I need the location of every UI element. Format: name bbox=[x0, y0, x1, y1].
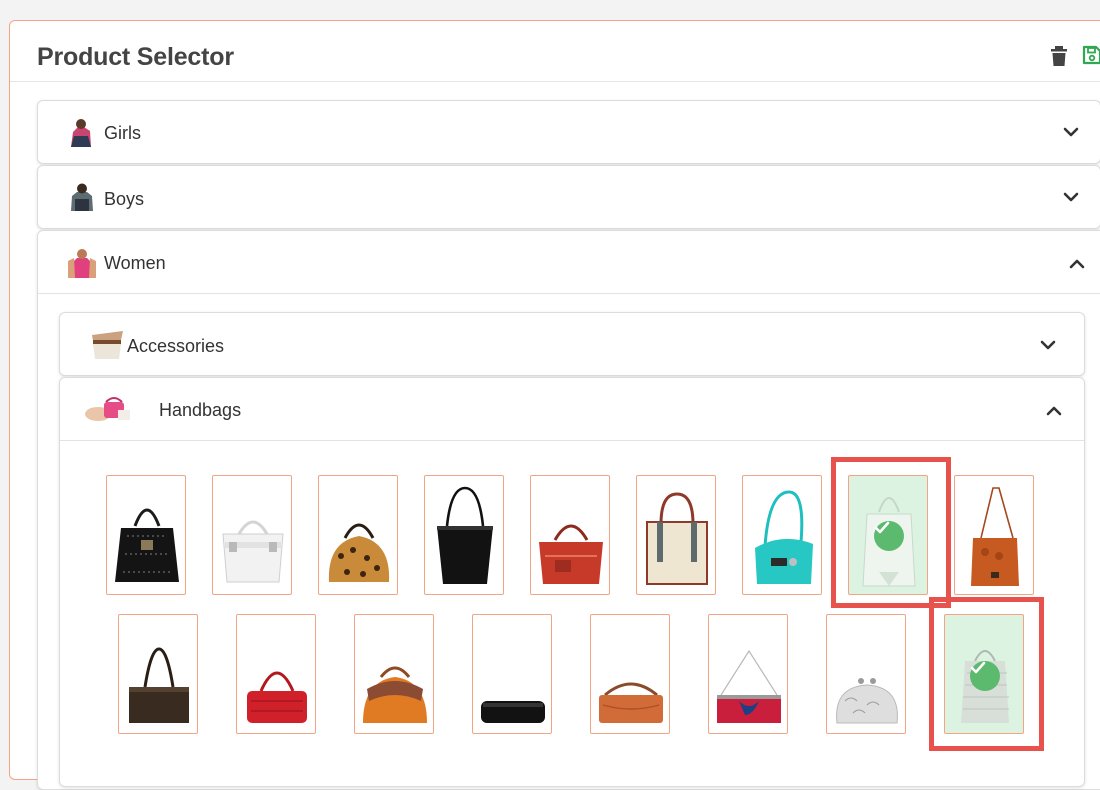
product-tile-white-backpack[interactable] bbox=[848, 475, 928, 595]
product-tile-black-studded-tote[interactable] bbox=[106, 475, 186, 595]
chevron-up-icon[interactable] bbox=[1068, 255, 1086, 273]
category-panel-girls: Girls bbox=[37, 100, 1100, 164]
product-tile-red-croc-bag[interactable] bbox=[236, 614, 316, 734]
product-tile-red-satchel[interactable] bbox=[530, 475, 610, 595]
product-tile-black-tote[interactable] bbox=[424, 475, 504, 595]
product-tile-orange-baguette[interactable] bbox=[590, 614, 670, 734]
white-satchel-photo bbox=[222, 520, 284, 583]
product-tile-orange-crossbody[interactable] bbox=[954, 475, 1034, 595]
women-category-photo bbox=[68, 249, 96, 278]
black-studded-tote-photo bbox=[115, 508, 179, 582]
orange-frame-bag-photo bbox=[363, 666, 427, 723]
chevron-down-icon[interactable] bbox=[1062, 123, 1080, 141]
product-tile-silver-kisslock-purse[interactable] bbox=[826, 614, 906, 734]
product-tile-cream-tote[interactable] bbox=[636, 475, 716, 595]
women-panel-divider bbox=[38, 293, 1100, 294]
product-tile-red-beaded-clutch[interactable] bbox=[708, 614, 788, 734]
cream-tote-photo bbox=[646, 492, 708, 585]
header-divider bbox=[10, 81, 1100, 82]
product-tile-black-clutch[interactable] bbox=[472, 614, 552, 734]
category-label-boys: Boys bbox=[104, 189, 145, 209]
trash-icon[interactable] bbox=[1050, 46, 1068, 66]
chevron-up-icon[interactable] bbox=[1045, 402, 1063, 420]
product-tile-white-satchel[interactable] bbox=[212, 475, 292, 595]
brown-shoulder-bag-photo bbox=[129, 647, 189, 723]
subcategory-label-handbags: Handbags bbox=[159, 400, 242, 420]
product-tile-turquoise-hobo[interactable] bbox=[742, 475, 822, 595]
category-header-boys[interactable]: Boys bbox=[38, 166, 1100, 228]
product-tile-leopard-print-bag[interactable] bbox=[318, 475, 398, 595]
orange-crossbody-photo bbox=[971, 487, 1019, 586]
subcategory-panel-accessories: Accessories bbox=[59, 312, 1085, 376]
page-title: Product Selector bbox=[37, 43, 234, 71]
handbags-panel-divider bbox=[60, 440, 1084, 441]
category-label-girls: Girls bbox=[104, 123, 141, 143]
subcategory-panel-handbags: Handbags bbox=[59, 377, 1085, 787]
category-label-women: Women bbox=[104, 253, 166, 273]
red-croc-bag-photo bbox=[247, 671, 307, 723]
subcategory-label-accessories: Accessories bbox=[127, 336, 225, 356]
chevron-down-icon[interactable] bbox=[1062, 188, 1080, 206]
category-header-girls[interactable]: Girls bbox=[38, 101, 1100, 163]
chevron-down-icon[interactable] bbox=[1039, 336, 1057, 354]
orange-baguette-photo bbox=[599, 682, 663, 723]
save-disk-icon[interactable] bbox=[1082, 45, 1100, 65]
selected-check-icon bbox=[970, 661, 1000, 691]
subcategory-header-handbags[interactable]: Handbags bbox=[60, 378, 1084, 440]
category-panel-boys: Boys bbox=[37, 165, 1100, 229]
product-tile-silver-mesh-backpack[interactable] bbox=[944, 614, 1024, 734]
product-selector-card: Product Selector Girls Boys Women Access… bbox=[9, 20, 1100, 790]
black-tote-photo bbox=[437, 486, 493, 584]
boys-category-photo bbox=[71, 183, 93, 211]
product-tile-orange-frame-bag[interactable] bbox=[354, 614, 434, 734]
red-satchel-photo bbox=[539, 524, 603, 584]
accessories-category-photo bbox=[92, 331, 123, 359]
silver-kisslock-purse-photo bbox=[836, 678, 898, 724]
category-header-women[interactable]: Women bbox=[38, 231, 1100, 293]
girls-category-photo bbox=[71, 119, 91, 147]
turquoise-hobo-photo bbox=[755, 490, 813, 584]
handbags-category-photo bbox=[85, 397, 130, 421]
selected-check-icon bbox=[874, 521, 904, 551]
black-clutch-photo bbox=[481, 701, 545, 723]
category-panel-women: Women Accessories Handbags bbox=[37, 230, 1100, 790]
product-tile-brown-shoulder-bag[interactable] bbox=[118, 614, 198, 734]
red-beaded-clutch-photo bbox=[717, 649, 781, 723]
leopard-print-bag-photo bbox=[328, 523, 390, 582]
subcategory-header-accessories[interactable]: Accessories bbox=[60, 313, 1084, 375]
